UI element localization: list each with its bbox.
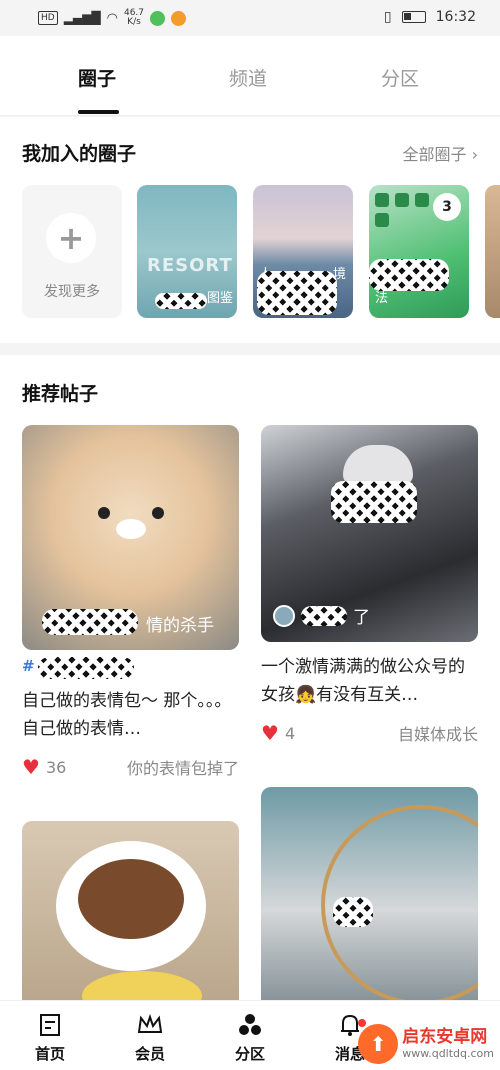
post-image[interactable] bbox=[261, 787, 478, 1011]
bowl-shape bbox=[56, 841, 206, 971]
battery-icon bbox=[401, 11, 426, 23]
tab-channels[interactable]: 频道 bbox=[229, 64, 267, 91]
discover-more-label: 发现更多 bbox=[44, 284, 100, 300]
circle-card-partial[interactable] bbox=[485, 185, 500, 318]
redacted-mask bbox=[333, 897, 373, 927]
circle-card[interactable]: RESORT 图鉴 bbox=[137, 185, 237, 318]
signal-icon: ▂▄▆█ bbox=[63, 11, 101, 25]
watermark-url: www.qdltdq.com bbox=[402, 1047, 494, 1060]
post-author: 了 bbox=[273, 603, 370, 628]
nav-membership-label: 会员 bbox=[134, 1045, 165, 1063]
post-text[interactable]: 自己做的表情包～ 那个。。。自己做的表情… bbox=[22, 687, 239, 743]
circle-card-text: RESORT bbox=[147, 255, 233, 276]
nav-membership[interactable]: 会员 bbox=[120, 1011, 180, 1064]
avatar bbox=[273, 604, 295, 627]
redacted-mask bbox=[257, 271, 337, 315]
heart-icon[interactable]: ♥ bbox=[22, 755, 40, 779]
top-tabs: 圈子 频道 分区 bbox=[0, 36, 500, 116]
nav-zones[interactable]: 分区 bbox=[220, 1011, 280, 1064]
crown-icon bbox=[120, 1011, 180, 1039]
like-count: 36 bbox=[45, 757, 67, 777]
status-bar: HD ▂▄▆█ ◠ 46.7 K/s ▯ 16:32 bbox=[0, 0, 500, 36]
watermark-name: 启东安卓网 bbox=[402, 1027, 488, 1047]
redacted-mask bbox=[42, 609, 138, 635]
post-tag: # bbox=[22, 657, 35, 675]
number-badge: 3 bbox=[433, 193, 461, 221]
vibrate-icon: ▯ bbox=[383, 9, 392, 25]
heart-icon[interactable]: ♥ bbox=[261, 721, 279, 745]
recommended-posts-section: 推荐帖子 情的杀手 # 自己做的表情包～ 那个。。。自己做的表情… ♥ 36 你… bbox=[0, 355, 500, 1011]
circle-card[interactable]: 人 境 bbox=[253, 185, 353, 318]
post-image[interactable]: 情的杀手 bbox=[22, 425, 239, 650]
recommended-posts-title: 推荐帖子 bbox=[22, 383, 99, 405]
circle-card-caption: 图鉴 bbox=[207, 291, 234, 306]
tab-active-indicator bbox=[78, 110, 119, 114]
nav-home[interactable]: 首页 bbox=[20, 1011, 80, 1064]
post-image[interactable] bbox=[22, 821, 239, 1011]
app-notification-icon bbox=[150, 10, 166, 26]
post-image[interactable]: 了 bbox=[261, 425, 478, 642]
app-notification-icon-2 bbox=[171, 10, 187, 26]
bear-face-icon bbox=[92, 485, 172, 545]
tab-circles[interactable]: 圈子 bbox=[78, 64, 116, 91]
wifi-icon: ◠ bbox=[106, 10, 118, 26]
nav-zones-label: 分区 bbox=[234, 1045, 265, 1063]
redacted-mask bbox=[38, 657, 134, 679]
joined-circles-title: 我加入的圈子 bbox=[22, 143, 137, 165]
circle-card-caption-2: 境 bbox=[333, 267, 347, 282]
home-icon bbox=[20, 1011, 80, 1039]
redacted-mask bbox=[301, 605, 347, 626]
site-watermark: ⬆ 启东安卓网 www.qdltdq.com bbox=[358, 1024, 494, 1064]
post-author: 情的杀手 bbox=[146, 616, 214, 636]
watermark-logo-icon: ⬆ bbox=[358, 1024, 399, 1064]
hexagons-icon bbox=[220, 1011, 280, 1039]
tab-zones[interactable]: 分区 bbox=[381, 64, 419, 91]
redacted-mask bbox=[155, 293, 207, 309]
post-channel[interactable]: 你的表情包掉了 bbox=[127, 755, 239, 779]
post-meta: ♥ 4 自媒体成长 bbox=[261, 721, 478, 745]
app-icons-collage bbox=[375, 193, 435, 227]
plus-icon: + bbox=[46, 213, 96, 263]
discover-more-card[interactable]: + 发现更多 bbox=[22, 185, 122, 318]
nav-home-label: 首页 bbox=[34, 1045, 65, 1063]
like-count: 4 bbox=[284, 723, 296, 743]
circle-card-caption: 法 bbox=[375, 291, 389, 306]
beanie-shape bbox=[343, 445, 413, 485]
all-circles-link[interactable]: 全部圈子 › bbox=[403, 141, 479, 165]
circle-card[interactable]: 3 法 bbox=[369, 185, 469, 318]
post-meta: ♥ 36 你的表情包掉了 bbox=[22, 755, 239, 779]
post-channel[interactable]: 自媒体成长 bbox=[398, 721, 478, 745]
network-speed: 46.7 K/s bbox=[123, 8, 145, 27]
clock: 16:32 bbox=[435, 9, 476, 25]
redacted-mask bbox=[331, 481, 417, 523]
post-text[interactable]: 一个激情满满的做公众号的女孩👧有没有互关… bbox=[261, 653, 478, 709]
hd-indicator: HD bbox=[38, 11, 58, 25]
joined-circles-section: 我加入的圈子 全部圈子 › + 发现更多 RESORT 图鉴 人 境 3 法 bbox=[0, 117, 500, 343]
